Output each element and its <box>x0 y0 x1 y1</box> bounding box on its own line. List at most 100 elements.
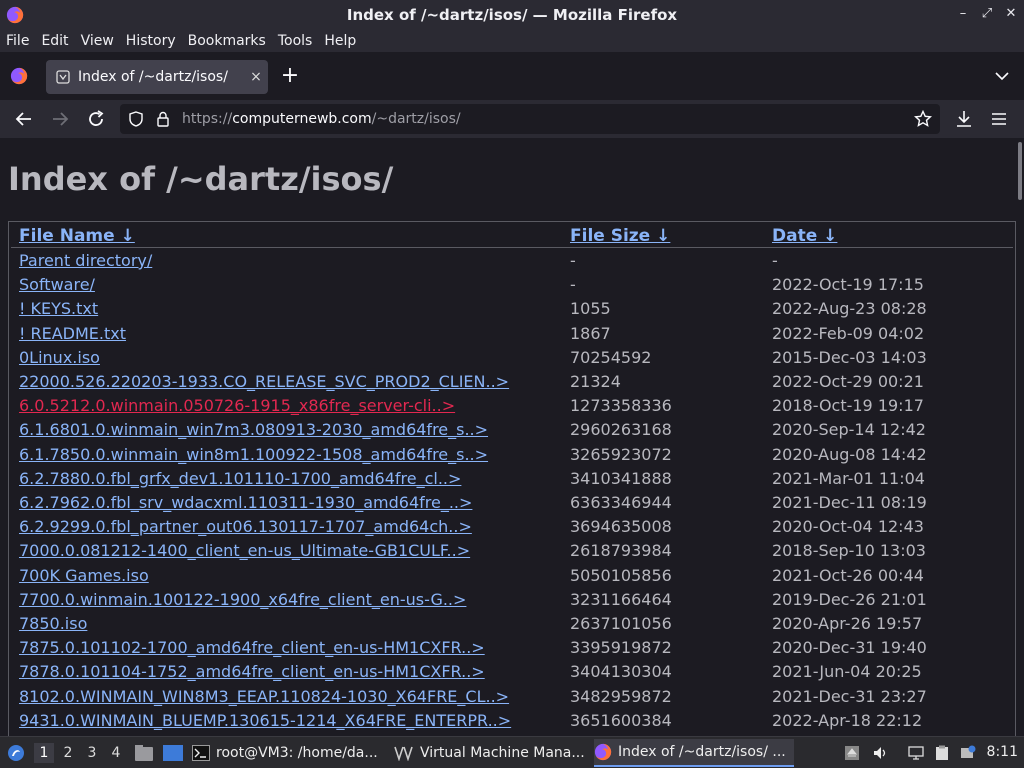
file-link[interactable]: 6.1.7850.0.winmain_win8m1.100922-1508_am… <box>19 445 488 464</box>
back-arrow-icon[interactable] <box>14 109 34 129</box>
tab-bar: Index of /~dartz/isos/ × + <box>0 52 1024 100</box>
url-text[interactable]: https://computernewb.com/~dartz/isos/ <box>182 111 914 127</box>
file-link[interactable]: 7000.0.081212-1400_client_en-us_Ultimate… <box>19 541 470 560</box>
file-link[interactable]: 6.1.6801.0.winmain_win7m3.080913-2030_am… <box>19 420 488 439</box>
file-size: 6363346944 <box>570 493 672 512</box>
table-row: Software/ - 2022-Oct-19 17:15 <box>9 273 1017 297</box>
file-date: 2020-Apr-26 19:57 <box>772 614 923 633</box>
file-date: 2015-Dec-03 14:03 <box>772 347 927 367</box>
firefox-logo-icon <box>6 6 24 24</box>
chevron-down-icon[interactable] <box>994 68 1010 84</box>
file-link[interactable]: 7878.0.101104-1752_amd64fre_client_en-us… <box>19 662 485 681</box>
workspace-2[interactable]: 2 <box>58 743 78 763</box>
forward-arrow-icon[interactable] <box>50 109 70 129</box>
table-row: 6.0.5212.0.winmain.050726-1915_x86fre_se… <box>9 394 1017 418</box>
file-date: 2022-Aug-23 08:28 <box>772 299 927 319</box>
file-size: - <box>570 251 576 270</box>
menu-file[interactable]: File <box>6 33 29 49</box>
table-row: 6.1.7850.0.winmain_win8m1.100922-1508_am… <box>9 443 1017 467</box>
workspace-1[interactable]: 1 <box>34 743 54 763</box>
file-link[interactable]: 700K Games.iso <box>19 566 149 585</box>
file-date: 2020-Aug-08 14:42 <box>772 444 927 464</box>
page-content: Index of /~dartz/isos/ File Name ↓ File … <box>0 138 1024 736</box>
update-notifier-icon[interactable] <box>960 745 976 761</box>
file-manager-icon[interactable] <box>134 744 154 762</box>
table-row: 6.2.7880.0.fbl_grfx_dev1.101110-1700_amd… <box>9 467 1017 491</box>
network-icon[interactable] <box>908 745 924 761</box>
clipboard-icon[interactable] <box>934 745 950 761</box>
column-header-file-name[interactable]: File Name ↓ <box>19 226 135 246</box>
file-link[interactable]: 9431.0.WINMAIN_BLUEMP.130615-1214_X64FRE… <box>19 711 511 730</box>
file-link[interactable]: 7875.0.101102-1700_amd64fre_client_en-us… <box>19 638 485 657</box>
header-divider <box>11 247 1013 248</box>
close-window-button[interactable]: ✕ <box>1004 6 1018 22</box>
start-menu-icon[interactable] <box>6 743 26 763</box>
file-link[interactable]: Software/ <box>19 275 95 294</box>
eject-icon[interactable] <box>844 745 860 761</box>
file-date: 2020-Sep-14 12:42 <box>772 420 926 440</box>
taskbar-item-terminal[interactable]: root@VM3: /home/da... <box>192 739 388 767</box>
tab-active[interactable]: Index of /~dartz/isos/ × <box>46 60 268 94</box>
file-size: 2618793984 <box>570 541 672 561</box>
file-size: 3404130304 <box>570 662 672 682</box>
file-size: 2960263168 <box>570 420 672 440</box>
volume-icon[interactable] <box>872 745 888 761</box>
tracking-shield-icon[interactable] <box>128 111 144 127</box>
clock: 8:11 <box>986 744 1018 760</box>
file-size: 3395919872 <box>570 638 672 658</box>
taskbar-item-label: Virtual Machine Mana... <box>420 745 585 761</box>
tab-close-button[interactable]: × <box>244 69 268 85</box>
file-link[interactable]: 22000.526.220203-1933.CO_RELEASE_SVC_PRO… <box>19 372 509 391</box>
file-size: 3265923072 <box>570 444 672 464</box>
terminal-icon <box>192 745 210 761</box>
workspace-3[interactable]: 3 <box>82 743 102 763</box>
lock-icon[interactable] <box>156 111 170 127</box>
menu-bookmarks[interactable]: Bookmarks <box>188 33 266 49</box>
hamburger-menu-icon[interactable] <box>990 110 1008 128</box>
file-link[interactable]: ! KEYS.txt <box>19 299 98 318</box>
bookmark-star-icon[interactable] <box>914 110 932 128</box>
minimize-button[interactable]: – <box>956 6 970 22</box>
firefox-view-icon[interactable] <box>10 67 28 85</box>
file-size: 1273358336 <box>570 396 672 416</box>
menu-history[interactable]: History <box>126 33 176 49</box>
taskbar-item-firefox[interactable]: Index of /~dartz/isos/ ... <box>594 739 794 767</box>
maximize-button[interactable]: ⤢ <box>980 6 994 22</box>
table-row: 8102.0.WINMAIN_WIN8M3_EEAP.110824-1030_X… <box>9 685 1017 709</box>
workspace-4[interactable]: 4 <box>106 743 126 763</box>
file-size: 21324 <box>570 372 621 391</box>
file-size: - <box>570 275 576 295</box>
url-bar[interactable]: https://computernewb.com/~dartz/isos/ <box>120 104 940 134</box>
menu-view[interactable]: View <box>81 33 114 49</box>
file-date: 2020-Dec-31 19:40 <box>772 638 927 658</box>
column-header-date[interactable]: Date ↓ <box>772 226 837 246</box>
file-link[interactable]: 6.2.7962.0.fbl_srv_wdacxml.110311-1930_a… <box>19 493 472 512</box>
file-date: 2021-Oct-26 00:44 <box>772 565 924 585</box>
table-row: 6.2.9299.0.fbl_partner_out06.130117-1707… <box>9 515 1017 539</box>
menu-edit[interactable]: Edit <box>41 33 68 49</box>
file-link[interactable]: 6.0.5212.0.winmain.050726-1915_x86fre_se… <box>19 396 455 415</box>
menu-help[interactable]: Help <box>324 33 356 49</box>
file-size: 70254592 <box>570 347 652 367</box>
file-link[interactable]: 6.2.7880.0.fbl_grfx_dev1.101110-1700_amd… <box>19 469 461 488</box>
file-link[interactable]: 8102.0.WINMAIN_WIN8M3_EEAP.110824-1030_X… <box>19 687 509 706</box>
file-link[interactable]: 6.2.9299.0.fbl_partner_out06.130117-1707… <box>19 517 472 536</box>
file-link[interactable]: ! README.txt <box>19 324 126 343</box>
file-link[interactable]: Parent directory/ <box>19 251 152 270</box>
file-date: - <box>772 251 778 270</box>
reload-icon[interactable] <box>86 109 106 129</box>
taskbar: 1 2 3 4 root@VM3: /home/da... Virtual Ma… <box>0 736 1024 768</box>
new-tab-button[interactable]: + <box>280 65 300 87</box>
column-header-file-size[interactable]: File Size ↓ <box>570 226 670 246</box>
table-row: 700K Games.iso 5050105856 2021-Oct-26 00:4… <box>9 564 1017 588</box>
desktop-icon[interactable] <box>162 744 184 762</box>
taskbar-item-virt-manager[interactable]: Virtual Machine Mana... <box>394 739 590 767</box>
vertical-scrollbar[interactable] <box>1018 142 1022 200</box>
file-link[interactable]: 7850.iso <box>19 614 87 633</box>
menu-tools[interactable]: Tools <box>278 33 313 49</box>
file-link[interactable]: 0Linux.iso <box>19 348 100 367</box>
taskbar-item-label: root@VM3: /home/da... <box>216 745 378 761</box>
file-link[interactable]: 7700.0.winmain.100122-1900_x64fre_client… <box>19 590 466 609</box>
file-date: 2021-Dec-11 08:19 <box>772 493 927 512</box>
download-icon[interactable] <box>954 109 974 129</box>
